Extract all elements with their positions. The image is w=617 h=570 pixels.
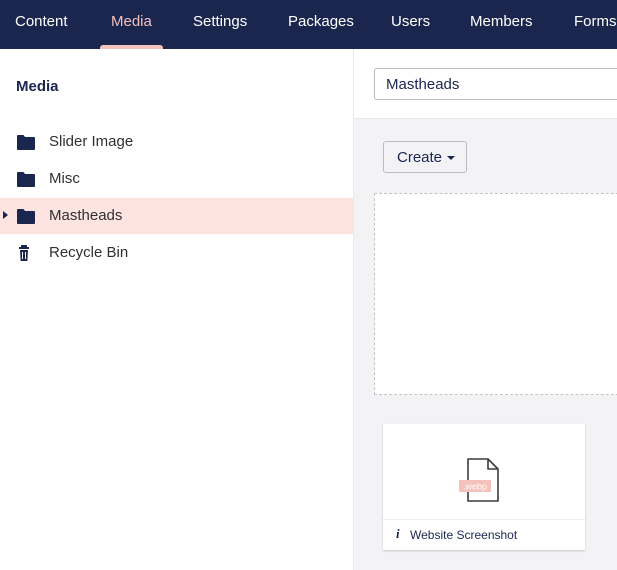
tree-item-mastheads[interactable]: Mastheads [0, 198, 353, 234]
tree-item-label: Mastheads [49, 207, 123, 224]
nav-tab-users[interactable]: Users [391, 0, 430, 49]
nav-tab-content[interactable]: Content [15, 0, 68, 49]
trash-icon [19, 245, 29, 261]
nav-tab-packages[interactable]: Packages [288, 0, 354, 49]
tree-item-misc[interactable]: Misc [0, 161, 353, 197]
media-name-input[interactable] [374, 68, 617, 100]
caret-down-icon [447, 156, 455, 160]
expand-caret-icon[interactable] [3, 211, 8, 219]
media-item-name[interactable]: Website Screenshot [410, 528, 517, 542]
create-button[interactable]: Create [383, 141, 467, 173]
media-item-card[interactable]: .webp i Website Screenshot [383, 424, 585, 550]
nav-tab-members[interactable]: Members [470, 0, 533, 49]
nav-tab-forms[interactable]: Forms [574, 0, 617, 49]
media-card-footer: i Website Screenshot [383, 519, 585, 550]
file-extension-label: .webp [463, 482, 487, 492]
tree-item-slider-image[interactable]: Slider Image [0, 124, 353, 160]
info-icon[interactable]: i [396, 526, 400, 542]
media-tree-sidebar: Media Slider Image Misc Mastheads Recycl… [0, 49, 354, 570]
media-thumbnail[interactable]: .webp [383, 424, 585, 519]
upload-dropzone[interactable] [374, 193, 617, 395]
create-button-label: Create [397, 148, 443, 166]
sidebar-title: Media [16, 78, 59, 95]
folder-icon [17, 172, 35, 187]
folder-icon [17, 135, 35, 150]
tree-item-label: Misc [49, 170, 80, 187]
editor-header [354, 49, 617, 119]
media-editor: Create .webp i Website Screenshot [354, 49, 617, 570]
top-navigation: Content Media Settings Packages Users Me… [0, 0, 617, 49]
tree-item-recycle-bin[interactable]: Recycle Bin [0, 235, 353, 271]
tree-item-label: Slider Image [49, 133, 134, 150]
file-webp-icon: .webp [459, 458, 499, 502]
nav-tab-settings[interactable]: Settings [193, 0, 247, 49]
tree-item-label: Recycle Bin [49, 244, 129, 261]
folder-icon [17, 209, 35, 224]
nav-tab-media[interactable]: Media [111, 0, 152, 49]
